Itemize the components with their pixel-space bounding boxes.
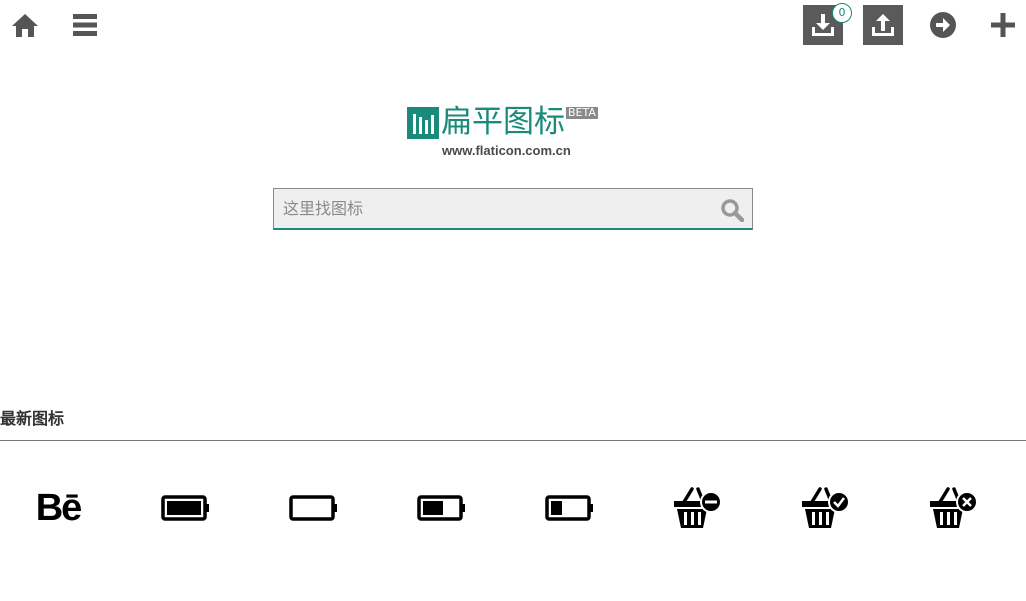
icon-tile-basket-remove[interactable]: [668, 480, 728, 536]
basket-check-icon: [802, 487, 850, 528]
download-button[interactable]: 0: [803, 3, 852, 45]
upload-icon: [872, 14, 894, 36]
icon-tile-basket-delete[interactable]: [924, 480, 984, 536]
add-button[interactable]: [986, 8, 1020, 42]
menu-button[interactable]: [68, 8, 102, 42]
site-logo[interactable]: 扁平图标 BETA www.flaticon.com.cn: [407, 103, 627, 163]
icon-tile-behance[interactable]: Bē: [28, 480, 88, 536]
battery-empty-icon: [289, 495, 337, 521]
upload-button[interactable]: [863, 5, 903, 45]
section-divider: [0, 440, 1026, 441]
home-icon: [12, 14, 38, 37]
beta-badge: BETA: [566, 106, 598, 119]
search-box: [273, 188, 753, 230]
icon-tile-battery-full[interactable]: [156, 480, 216, 536]
download-count-badge: 0: [832, 3, 852, 23]
login-button[interactable]: [926, 8, 960, 42]
search-input[interactable]: [274, 189, 732, 227]
icon-tile-battery-half[interactable]: [412, 480, 472, 536]
basket-delete-icon: [930, 487, 978, 528]
icon-tile-battery-low[interactable]: [540, 480, 600, 536]
menu-icon: [73, 14, 97, 36]
logo-url: www.flaticon.com.cn: [442, 143, 571, 158]
icon-tile-battery-empty[interactable]: [284, 480, 344, 536]
battery-half-icon: [417, 495, 465, 521]
logo-text: 扁平图标: [441, 104, 565, 140]
search-icon: [721, 199, 745, 223]
home-button[interactable]: [8, 8, 42, 42]
plus-icon: [991, 13, 1015, 37]
latest-icons-title: 最新图标: [0, 409, 65, 428]
top-navigation-bar: 0: [0, 0, 1026, 50]
logo-mark-icon: [407, 107, 439, 139]
basket-remove-icon: [674, 487, 722, 528]
battery-full-icon: [161, 495, 209, 521]
arrow-right-circle-icon: [930, 12, 956, 38]
battery-low-icon: [545, 495, 593, 521]
search-button[interactable]: [720, 198, 745, 223]
behance-icon: Bē: [35, 486, 83, 529]
icon-tile-basket-check[interactable]: [796, 480, 856, 536]
latest-icons-grid: Bē: [0, 480, 1026, 536]
